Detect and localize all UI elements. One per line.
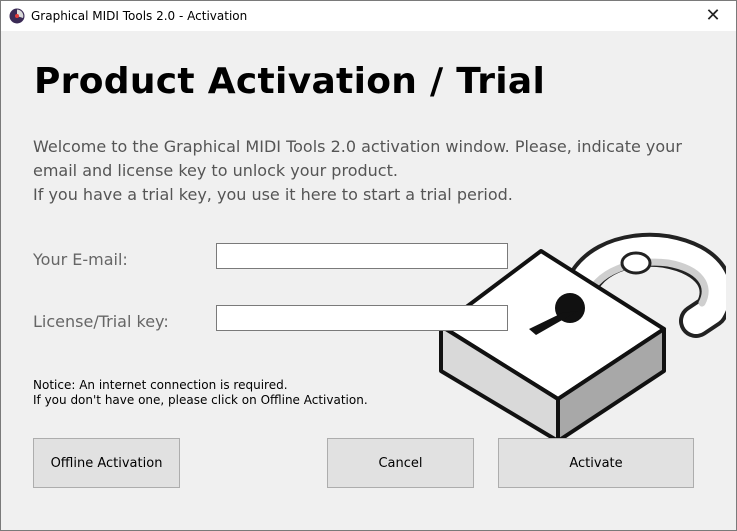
offline-activation-button[interactable]: Offline Activation xyxy=(33,438,180,488)
activation-window: Graphical MIDI Tools 2.0 - Activation ✕ … xyxy=(0,0,737,531)
email-label: Your E-mail: xyxy=(33,250,128,269)
email-field[interactable] xyxy=(216,243,508,269)
notice-line: If you don't have one, please click on O… xyxy=(33,393,368,407)
activate-button[interactable]: Activate xyxy=(498,438,694,488)
welcome-line: Welcome to the Graphical MIDI Tools 2.0 … xyxy=(33,137,682,156)
page-title: Product Activation / Trial xyxy=(34,61,546,102)
welcome-line: If you have a trial key, you use it here… xyxy=(33,185,513,204)
title-bar: Graphical MIDI Tools 2.0 - Activation ✕ xyxy=(1,1,736,31)
cancel-button[interactable]: Cancel xyxy=(327,438,474,488)
window-title: Graphical MIDI Tools 2.0 - Activation xyxy=(31,9,248,23)
license-key-label: License/Trial key: xyxy=(33,312,169,331)
notice-text: Notice: An internet connection is requir… xyxy=(33,378,368,408)
welcome-line: email and license key to unlock your pro… xyxy=(33,161,398,180)
license-key-field[interactable] xyxy=(216,305,508,331)
app-icon xyxy=(9,8,25,24)
close-icon: ✕ xyxy=(705,5,721,26)
notice-line: Notice: An internet connection is requir… xyxy=(33,378,288,392)
close-button[interactable]: ✕ xyxy=(690,1,736,31)
welcome-text: Welcome to the Graphical MIDI Tools 2.0 … xyxy=(33,135,723,207)
